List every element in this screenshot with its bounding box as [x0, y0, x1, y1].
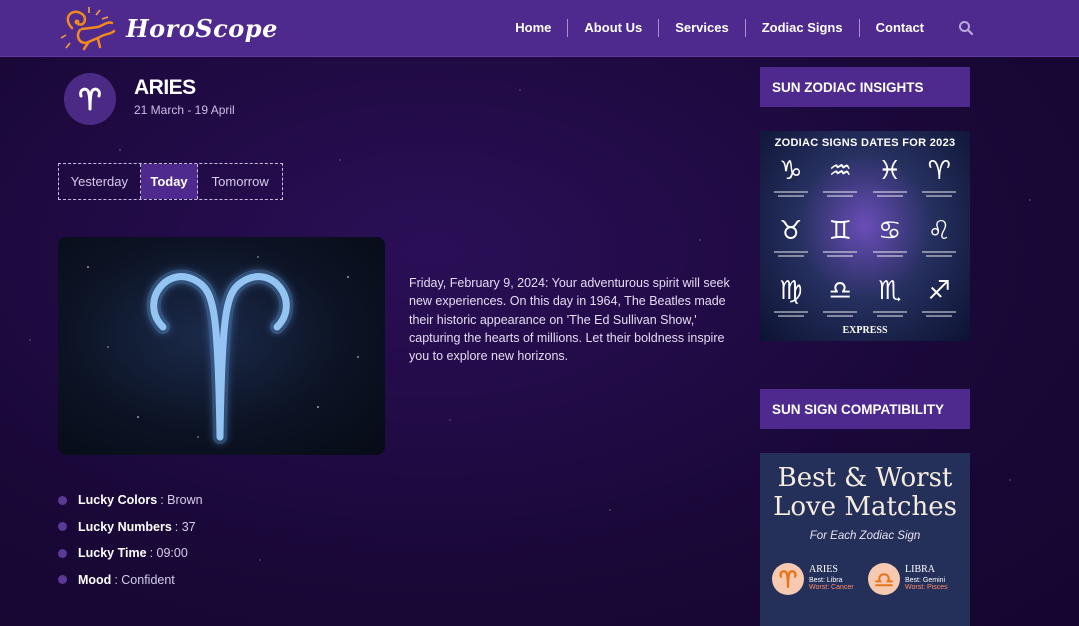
- site-header: HoroScope Home About Us Services Zodiac …: [0, 0, 1079, 57]
- trait-value: : Confident: [114, 572, 175, 587]
- nav-contact[interactable]: Contact: [860, 19, 940, 37]
- day-tabs: Yesterday Today Tomorrow: [58, 163, 283, 200]
- zodiac-cell: ♈: [915, 155, 965, 213]
- zodiac-cell: ♓: [865, 155, 915, 213]
- capricorn-icon: ♑: [779, 156, 803, 186]
- sagittarius-icon: ♐: [927, 276, 951, 306]
- zodiac-cell: ♌: [915, 215, 965, 273]
- libra-icon: ♎: [828, 276, 852, 306]
- gemini-icon: ♊: [828, 216, 852, 246]
- compat-pairs: ARIES Best: Libra Worst: Cancer LIBRA Be…: [760, 563, 970, 595]
- sign-dates: 21 March - 19 April: [134, 103, 235, 117]
- zodiac-cell: ♋: [865, 215, 915, 273]
- widget-title-compatibility: SUN SIGN COMPATIBILITY: [760, 389, 970, 429]
- trait-label: Mood: [78, 572, 112, 587]
- libra-icon: [868, 563, 900, 595]
- trait-label: Lucky Colors: [78, 493, 158, 508]
- widget-title-insights: SUN ZODIAC INSIGHTS: [760, 67, 970, 107]
- site-logo[interactable]: HoroScope: [58, 4, 278, 52]
- aries-badge: [64, 73, 116, 125]
- list-item: Lucky Time : 09:00: [58, 540, 203, 567]
- compat-best: Best: Gemini: [905, 577, 946, 584]
- compat-card-title: Best & Worst Love Matches: [760, 464, 970, 522]
- trait-label: Lucky Time: [78, 546, 147, 561]
- aries-icon: [79, 87, 101, 111]
- zodiac-cell: ♑: [766, 155, 816, 213]
- aries-glow-icon: [87, 256, 359, 444]
- zodiac-cell: ♒: [816, 155, 866, 213]
- scorpio-icon: ♏: [878, 276, 902, 306]
- nav-home[interactable]: Home: [499, 19, 567, 37]
- daily-prediction-text: Friday, February 9, 2024: Your adventuro…: [409, 276, 730, 364]
- zodiac-dates-card[interactable]: ZODIAC SIGNS DATES FOR 2023 ♑ ♒ ♓ ♈ ♉ ♊ …: [760, 131, 970, 341]
- tab-today[interactable]: Today: [140, 164, 199, 199]
- aries-constellation-image: [58, 237, 385, 455]
- bullet-icon: [58, 495, 67, 505]
- list-item: Mood : Confident: [58, 567, 203, 594]
- compat-sign-name: LIBRA: [905, 564, 935, 575]
- zodiac-grid: ♑ ♒ ♓ ♈ ♉ ♊ ♋ ♌ ♍ ♎ ♏ ♐: [766, 155, 964, 333]
- list-item: Lucky Colors : Brown: [58, 487, 203, 514]
- nav-about-us[interactable]: About Us: [568, 19, 658, 37]
- express-brand: EXPRESS: [842, 325, 888, 336]
- ram-logo-icon: [60, 7, 116, 51]
- compat-card-subtitle: For Each Zodiac Sign: [809, 530, 921, 542]
- bullet-icon: [58, 575, 67, 585]
- compat-pair: LIBRA Best: Gemini Worst: Pisces: [868, 563, 964, 595]
- compat-worst: Worst: Cancer: [809, 584, 854, 591]
- zodiac-card-title: ZODIAC SIGNS DATES FOR 2023: [774, 137, 956, 149]
- compat-title-line2: Love Matches: [773, 492, 957, 522]
- compat-best: Best: Libra: [809, 577, 843, 584]
- nav-services[interactable]: Services: [659, 19, 745, 37]
- compat-sign-name: ARIES: [809, 564, 838, 575]
- trait-value: : 09:00: [149, 546, 188, 561]
- bullet-icon: [58, 522, 67, 532]
- trait-value: : Brown: [160, 493, 203, 508]
- search-icon[interactable]: [958, 20, 974, 36]
- nav-zodiac-signs[interactable]: Zodiac Signs: [746, 19, 859, 37]
- compat-title-line1: Best & Worst: [777, 463, 953, 493]
- compat-worst: Worst: Pisces: [905, 584, 948, 591]
- aries-icon: [772, 563, 804, 595]
- list-item: Lucky Numbers : 37: [58, 514, 203, 541]
- virgo-icon: ♍: [779, 276, 803, 306]
- sign-title: ARIES: [134, 76, 196, 99]
- logo-text: HoroScope: [126, 13, 278, 43]
- aries-icon: ♈: [927, 156, 951, 186]
- lucky-traits-list: Lucky Colors : Brown Lucky Numbers : 37 …: [58, 487, 203, 593]
- compat-pair: ARIES Best: Libra Worst: Cancer: [772, 563, 868, 595]
- aquarius-icon: ♒: [828, 156, 852, 186]
- main-nav: Home About Us Services Zodiac Signs Cont…: [499, 0, 974, 56]
- taurus-icon: ♉: [779, 216, 803, 246]
- leo-icon: ♌: [927, 216, 951, 246]
- zodiac-cell: ♉: [766, 215, 816, 273]
- love-matches-card[interactable]: Best & Worst Love Matches For Each Zodia…: [760, 453, 970, 626]
- zodiac-cell: ♊: [816, 215, 866, 273]
- tab-tomorrow[interactable]: Tomorrow: [198, 164, 282, 199]
- cancer-icon: ♋: [878, 216, 902, 246]
- trait-value: : 37: [174, 519, 196, 534]
- pisces-icon: ♓: [878, 156, 902, 186]
- trait-label: Lucky Numbers: [78, 519, 172, 534]
- bullet-icon: [58, 548, 67, 558]
- tab-yesterday[interactable]: Yesterday: [59, 164, 141, 199]
